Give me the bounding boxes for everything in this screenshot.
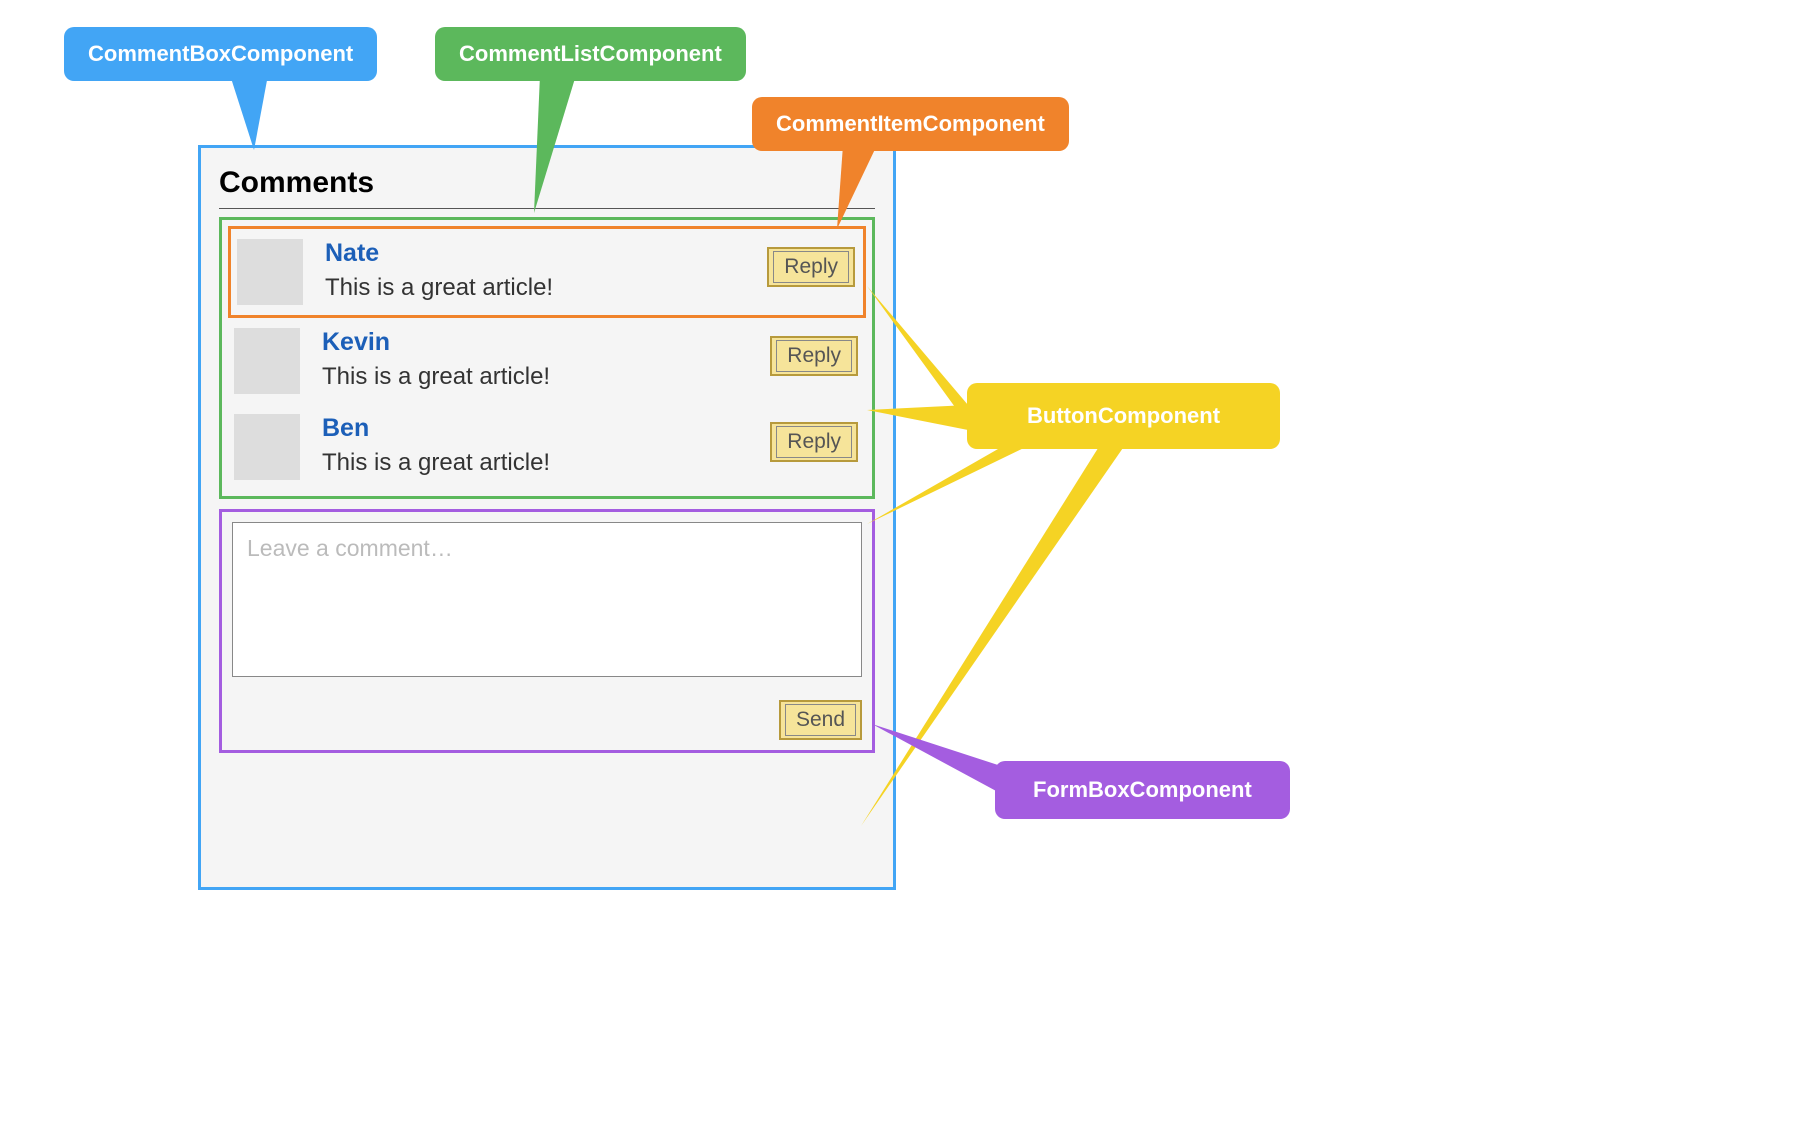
callout-button: ButtonComponent xyxy=(967,383,1280,449)
connectors-yellow xyxy=(0,0,1816,1140)
tail-purple xyxy=(870,720,1010,800)
tail-green xyxy=(530,75,600,215)
callout-comment-item: CommentItemComponent xyxy=(752,97,1069,151)
callout-comment-list: CommentListComponent xyxy=(435,27,746,81)
callout-form-box: FormBoxComponent xyxy=(995,761,1290,819)
tail-orange xyxy=(837,145,897,235)
callout-comment-box: CommentBoxComponent xyxy=(64,27,377,81)
tail-blue xyxy=(230,75,290,155)
